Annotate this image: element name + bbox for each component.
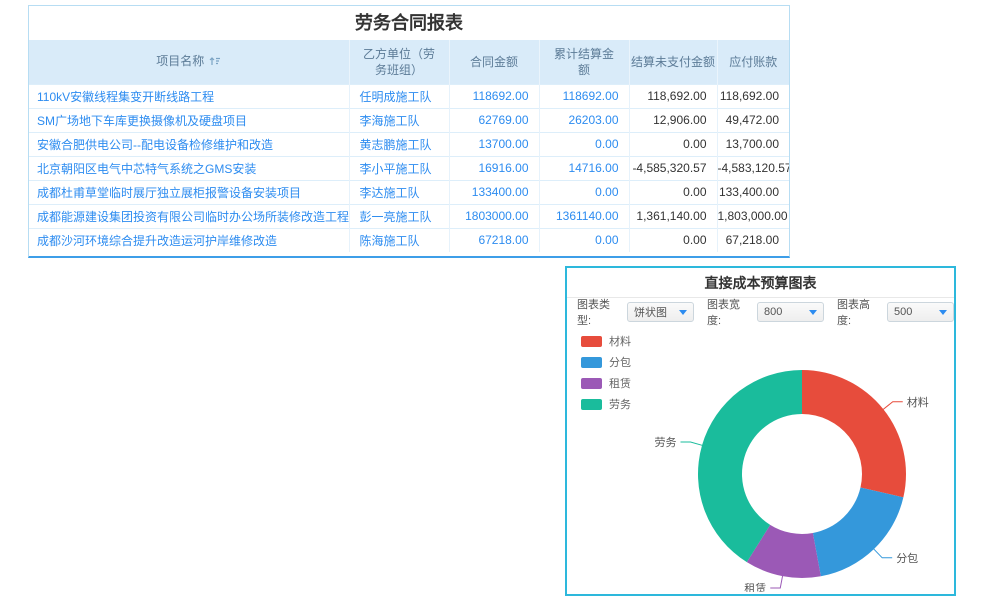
payable-amount: -4,583,120.57 bbox=[717, 156, 789, 180]
settled-amount[interactable]: 0.00 bbox=[539, 228, 629, 252]
settled-amount[interactable]: 26203.00 bbox=[539, 108, 629, 132]
project-name-link[interactable]: 成都沙河环境综合提升改造运河护岸维修改造 bbox=[29, 228, 349, 252]
unpaid-amount: 0.00 bbox=[629, 228, 717, 252]
project-name-link[interactable]: SM广场地下车库更换摄像机及硬盘项目 bbox=[29, 108, 349, 132]
settled-amount[interactable]: 1361140.00 bbox=[539, 204, 629, 228]
chart-type-value: 饼状图 bbox=[634, 304, 667, 320]
column-header-settled-amount: 累计结算金额 bbox=[539, 40, 629, 84]
column-header-label: 项目名称 bbox=[156, 54, 204, 68]
chart-title: 直接成本预算图表 bbox=[567, 268, 954, 298]
labor-contract-report-panel: 劳务合同报表 项目名称 乙方单位（劳务班组） 合同金额 累计结算金额 结算未支付… bbox=[28, 5, 790, 258]
chevron-down-icon bbox=[679, 310, 687, 315]
project-name-link[interactable]: 成都杜甫草堂临时展厅独立展柜报警设备安装项目 bbox=[29, 180, 349, 204]
chart-height-value: 500 bbox=[894, 306, 912, 318]
slice-callout-line-lease bbox=[770, 575, 782, 588]
report-title: 劳务合同报表 bbox=[29, 6, 789, 40]
payable-amount: 67,218.00 bbox=[717, 228, 789, 252]
payable-amount: 133,400.00 bbox=[717, 180, 789, 204]
chart-width-label: 图表宽度: bbox=[707, 296, 750, 328]
sort-icon[interactable] bbox=[209, 55, 221, 71]
column-header-unpaid-amount: 结算未支付金额 bbox=[629, 40, 717, 84]
slice-label-material: 材料 bbox=[907, 395, 929, 409]
contract-amount[interactable]: 13700.00 bbox=[449, 132, 539, 156]
chevron-down-icon bbox=[809, 310, 817, 315]
chart-height-label: 图表高度: bbox=[837, 296, 880, 328]
table-row: 北京朝阳区电气中芯特气系统之GMS安装李小平施工队16916.0014716.0… bbox=[29, 156, 789, 180]
settled-amount[interactable]: 0.00 bbox=[539, 180, 629, 204]
column-header-party-b-unit: 乙方单位（劳务班组） bbox=[349, 40, 449, 84]
unpaid-amount: 1,361,140.00 bbox=[629, 204, 717, 228]
table-row: 安徽合肥供电公司--配电设备检修维护和改造黄志鹏施工队13700.000.000… bbox=[29, 132, 789, 156]
labor-contract-table: 项目名称 乙方单位（劳务班组） 合同金额 累计结算金额 结算未支付金额 应付账款… bbox=[29, 40, 789, 252]
chart-height-control: 图表高度: 500 bbox=[837, 296, 954, 328]
project-name-link[interactable]: 安徽合肥供电公司--配电设备检修维护和改造 bbox=[29, 132, 349, 156]
table-row: 成都能源建设集团投资有限公司临时办公场所装修改造工程EPC彭一亮施工队18030… bbox=[29, 204, 789, 228]
unit-name[interactable]: 李海施工队 bbox=[349, 108, 449, 132]
table-row: 110kV安徽线程集变开断线路工程任明成施工队118692.00118692.0… bbox=[29, 84, 789, 108]
unpaid-amount: 118,692.00 bbox=[629, 84, 717, 108]
payable-amount: 118,692.00 bbox=[717, 84, 789, 108]
unit-name[interactable]: 彭一亮施工队 bbox=[349, 204, 449, 228]
settled-amount[interactable]: 118692.00 bbox=[539, 84, 629, 108]
contract-amount[interactable]: 67218.00 bbox=[449, 228, 539, 252]
pie-slice-subcontract[interactable] bbox=[813, 487, 903, 576]
page: 劳务合同报表 项目名称 乙方单位（劳务班组） 合同金额 累计结算金额 结算未支付… bbox=[0, 0, 1000, 600]
column-header-payable: 应付账款 bbox=[717, 40, 789, 84]
donut-chart: 材料分包租赁 劳务 bbox=[567, 326, 954, 592]
slice-label-subcontract: 分包 bbox=[896, 552, 918, 565]
unpaid-amount: 0.00 bbox=[629, 180, 717, 204]
contract-amount[interactable]: 62769.00 bbox=[449, 108, 539, 132]
payable-amount: 49,472.00 bbox=[717, 108, 789, 132]
project-name-link[interactable]: 成都能源建设集团投资有限公司临时办公场所装修改造工程EPC bbox=[29, 204, 349, 228]
chart-type-control: 图表类型: 饼状图 bbox=[577, 296, 694, 328]
payable-amount: 1,803,000.00 bbox=[717, 204, 789, 228]
chart-width-select[interactable]: 800 bbox=[757, 302, 824, 322]
slice-callout-line-labor bbox=[681, 442, 703, 446]
table-header-row: 项目名称 乙方单位（劳务班组） 合同金额 累计结算金额 结算未支付金额 应付账款 bbox=[29, 40, 789, 84]
slice-label-labor: 劳务 bbox=[655, 436, 677, 449]
table-row: SM广场地下车库更换摄像机及硬盘项目李海施工队62769.0026203.001… bbox=[29, 108, 789, 132]
table-row: 成都沙河环境综合提升改造运河护岸维修改造陈海施工队67218.000.000.0… bbox=[29, 228, 789, 252]
chart-height-select[interactable]: 500 bbox=[887, 302, 954, 322]
column-header-project-name: 项目名称 bbox=[29, 40, 349, 84]
pie-slice-material[interactable] bbox=[802, 370, 906, 497]
chart-width-value: 800 bbox=[764, 306, 782, 318]
slice-label-lease: 租赁 bbox=[744, 581, 766, 592]
settled-amount[interactable]: 14716.00 bbox=[539, 156, 629, 180]
unit-name[interactable]: 李达施工队 bbox=[349, 180, 449, 204]
chart-controls: 图表类型: 饼状图 图表宽度: 800 图表高度: 500 bbox=[567, 298, 954, 326]
slice-callout-line-subcontract bbox=[873, 548, 892, 557]
slice-callout-line-material bbox=[883, 402, 903, 410]
unit-name[interactable]: 任明成施工队 bbox=[349, 84, 449, 108]
unpaid-amount: 0.00 bbox=[629, 132, 717, 156]
settled-amount[interactable]: 0.00 bbox=[539, 132, 629, 156]
contract-amount[interactable]: 16916.00 bbox=[449, 156, 539, 180]
payable-amount: 13,700.00 bbox=[717, 132, 789, 156]
contract-amount[interactable]: 1803000.00 bbox=[449, 204, 539, 228]
unit-name[interactable]: 李小平施工队 bbox=[349, 156, 449, 180]
cost-budget-chart-panel: 直接成本预算图表 图表类型: 饼状图 图表宽度: 800 图表高度: 500 bbox=[565, 266, 956, 596]
unpaid-amount: -4,585,320.57 bbox=[629, 156, 717, 180]
project-name-link[interactable]: 北京朝阳区电气中芯特气系统之GMS安装 bbox=[29, 156, 349, 180]
column-header-contract-amount: 合同金额 bbox=[449, 40, 539, 84]
unit-name[interactable]: 黄志鹏施工队 bbox=[349, 132, 449, 156]
chevron-down-icon bbox=[939, 310, 947, 315]
chart-width-control: 图表宽度: 800 bbox=[707, 296, 824, 328]
unit-name[interactable]: 陈海施工队 bbox=[349, 228, 449, 252]
table-row: 成都杜甫草堂临时展厅独立展柜报警设备安装项目李达施工队133400.000.00… bbox=[29, 180, 789, 204]
contract-amount[interactable]: 133400.00 bbox=[449, 180, 539, 204]
contract-amount[interactable]: 118692.00 bbox=[449, 84, 539, 108]
unpaid-amount: 12,906.00 bbox=[629, 108, 717, 132]
chart-area: 材料分包租赁 劳务 材料分包租赁 劳务 bbox=[567, 326, 954, 592]
chart-type-label: 图表类型: bbox=[577, 296, 620, 328]
chart-type-select[interactable]: 饼状图 bbox=[627, 302, 694, 322]
project-name-link[interactable]: 110kV安徽线程集变开断线路工程 bbox=[29, 84, 349, 108]
